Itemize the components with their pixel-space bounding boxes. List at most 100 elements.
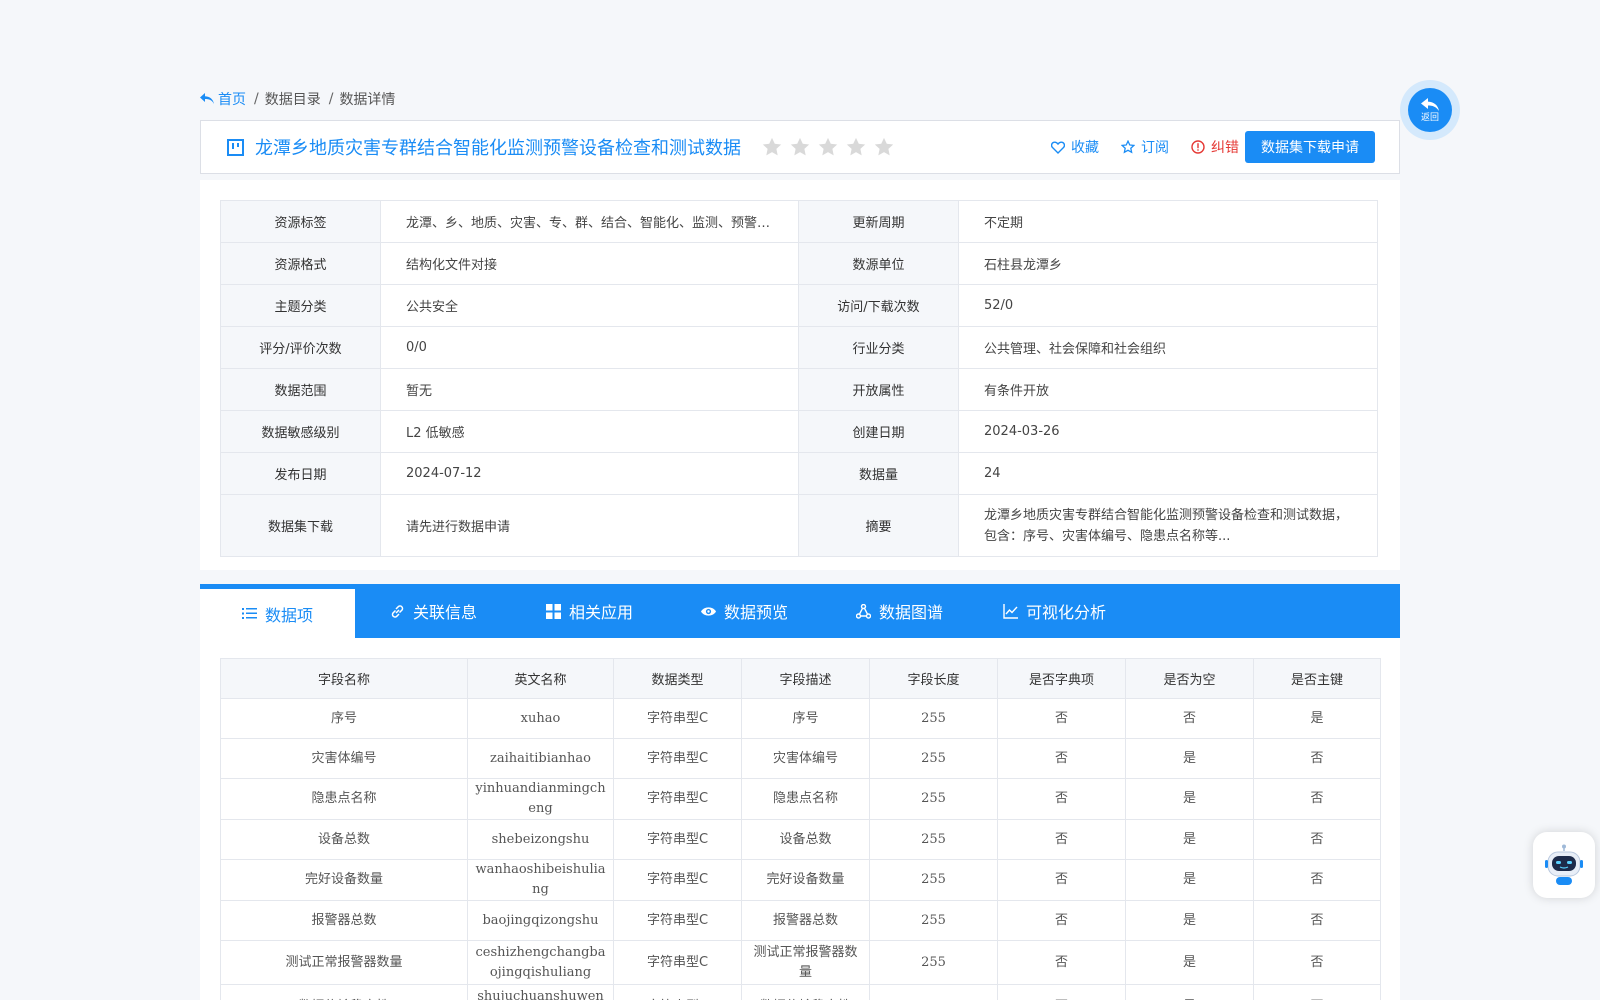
table-row: 隐患点名称 yinhuandianmingcheng 字符串型C 隐患点名称 255 否是… bbox=[220, 778, 1381, 820]
tab-related-info[interactable]: 关联信息 bbox=[355, 584, 512, 638]
info-label: 开放属性 bbox=[852, 384, 905, 399]
table-cell: 序号 bbox=[741, 698, 870, 739]
table-cell: 否 bbox=[997, 819, 1126, 860]
info-value: 结构化文件对接 bbox=[406, 258, 498, 273]
info-label: 发布日期 bbox=[274, 468, 327, 483]
back-arrow-icon bbox=[200, 93, 214, 104]
tab-data-items[interactable]: 数据项 bbox=[200, 584, 355, 638]
table-cell: 数据传输稳定性 bbox=[220, 984, 468, 1000]
table-row: 设备总数 shebeizongshu 字符串型C 设备总数 255 否是否 bbox=[220, 819, 1381, 860]
info-label: 资源标签 bbox=[274, 216, 327, 231]
rating-stars[interactable] bbox=[761, 136, 895, 158]
table-cell: 数据传输稳定性 bbox=[741, 984, 870, 1000]
tab-visual-analysis[interactable]: 可视化分析 bbox=[977, 584, 1132, 638]
table-cell: 否 bbox=[1253, 984, 1381, 1000]
assistant-robot-button[interactable] bbox=[1533, 832, 1595, 898]
info-label: 主题分类 bbox=[274, 300, 327, 315]
table-cell: 字符串型C bbox=[613, 859, 742, 901]
table-cell: 否 bbox=[1253, 819, 1381, 860]
info-value: 2024-07-12 bbox=[406, 466, 482, 481]
subscribe-button[interactable]: 订阅 bbox=[1121, 137, 1169, 157]
star-icon[interactable] bbox=[817, 136, 839, 158]
tab-label: 相关应用 bbox=[568, 603, 633, 622]
info-value: 不定期 bbox=[984, 216, 1024, 231]
table-cell: 是 bbox=[1125, 859, 1254, 901]
table-cell: 字符串型C bbox=[613, 778, 742, 820]
table-row: 完好设备数量 wanhaoshibeishuliang 字符串型C 完好设备数量 255… bbox=[220, 859, 1381, 901]
table-cell: 字符串型C bbox=[613, 940, 742, 985]
favorite-button[interactable]: 收藏 bbox=[1051, 137, 1099, 157]
column-header: 英文名称 bbox=[467, 658, 614, 699]
info-value: 公共安全 bbox=[406, 300, 459, 315]
table-cell: 字符串型C bbox=[613, 900, 742, 941]
info-value: 2024-03-26 bbox=[984, 424, 1060, 439]
breadcrumb-home[interactable]: 首页 bbox=[200, 89, 246, 109]
back-button[interactable]: 返回 bbox=[1408, 88, 1452, 132]
table-cell: 否 bbox=[1253, 738, 1381, 779]
table-cell: 否 bbox=[997, 900, 1126, 941]
info-row: 评分/评价次数 0/0 行业分类 公共管理、社会保障和社会组织 bbox=[220, 326, 1378, 369]
star-icon[interactable] bbox=[845, 136, 867, 158]
info-value: 请先进行数据申请 bbox=[406, 520, 511, 535]
title-card: 龙潭乡地质灾害专群结合智能化监测预警设备检查和测试数据 收藏 订阅 纠错 数据集… bbox=[200, 120, 1400, 174]
table-cell: 完好设备数量 bbox=[220, 859, 468, 901]
tab-label: 数据项 bbox=[264, 605, 313, 625]
breadcrumb-separator: / bbox=[254, 91, 259, 107]
table-cell: 是 bbox=[1125, 778, 1254, 820]
breadcrumb: 首页 / 数据目录 / 数据详情 bbox=[200, 89, 395, 109]
table-cell: 测试正常报警器数量 bbox=[220, 940, 468, 985]
info-row: 资源格式 结构化文件对接 数源单位 石柱县龙潭乡 bbox=[220, 242, 1378, 285]
table-cell: 字符串型C bbox=[613, 738, 742, 779]
table-cell: xuhao bbox=[467, 698, 614, 739]
info-value: 公共管理、社会保障和社会组织 bbox=[984, 342, 1167, 357]
dataset-icon bbox=[227, 139, 244, 156]
table-cell: 255 bbox=[869, 778, 998, 820]
tab-label: 可视化分析 bbox=[1025, 603, 1106, 622]
table-cell: 255 bbox=[869, 819, 998, 860]
tab-data-preview[interactable]: 数据预览 bbox=[667, 584, 822, 638]
table-row: 报警器总数 baojingqizongshu 字符串型C 报警器总数 255 否是否 bbox=[220, 900, 1381, 941]
table-cell: ceshizhengchangbaojingqishuliang bbox=[467, 940, 614, 985]
table-row: 测试正常报警器数量 ceshizhengchangbaojingqishulian… bbox=[220, 940, 1381, 985]
star-icon[interactable] bbox=[761, 136, 783, 158]
back-button-wrapper: 返回 bbox=[1400, 80, 1460, 140]
info-label: 数据范围 bbox=[274, 384, 327, 399]
tab-data-graph[interactable]: 数据图谱 bbox=[822, 584, 977, 638]
table-cell: 否 bbox=[1253, 859, 1381, 901]
table-cell: 是 bbox=[1125, 819, 1254, 860]
report-error-button[interactable]: 纠错 bbox=[1191, 137, 1239, 157]
column-header: 字段长度 bbox=[869, 658, 998, 699]
info-label: 评分/评价次数 bbox=[259, 342, 342, 357]
table-cell: 灾害体编号 bbox=[220, 738, 468, 779]
info-label: 数据敏感级别 bbox=[261, 426, 340, 441]
download-apply-button[interactable]: 数据集下载申请 bbox=[1245, 131, 1375, 163]
star-icon[interactable] bbox=[873, 136, 895, 158]
tab-related-apps[interactable]: 相关应用 bbox=[512, 584, 667, 638]
star-icon[interactable] bbox=[789, 136, 811, 158]
table-cell: 字符串型C bbox=[613, 698, 742, 739]
table-cell: 255 bbox=[869, 698, 998, 739]
table-cell: 否 bbox=[1253, 940, 1381, 985]
tab-bar: 数据项 关联信息 相关应用 数据预览 数据图谱 可视化分析 bbox=[200, 584, 1400, 638]
table-cell: 255 bbox=[869, 984, 998, 1000]
column-header: 字段名称 bbox=[220, 658, 468, 699]
table-cell: 测试正常报警器数量 bbox=[741, 940, 870, 985]
favorite-label: 收藏 bbox=[1071, 140, 1099, 156]
table-cell: 255 bbox=[869, 900, 998, 941]
page-title: 龙潭乡地质灾害专群结合智能化监测预警设备检查和测试数据 bbox=[255, 138, 741, 159]
eye-icon bbox=[700, 606, 716, 616]
table-cell: 报警器总数 bbox=[741, 900, 870, 941]
fields-table: 字段名称 英文名称 数据类型 字段描述 字段长度 是否字典项 是否为空 是否主键 序号 xuha… bbox=[220, 658, 1381, 1000]
table-cell: 否 bbox=[1253, 778, 1381, 820]
table-cell: 序号 bbox=[220, 698, 468, 739]
info-value: 24 bbox=[984, 466, 1001, 481]
table-cell: 设备总数 bbox=[220, 819, 468, 860]
back-label: 返回 bbox=[1420, 112, 1439, 123]
column-header: 是否字典项 bbox=[997, 658, 1126, 699]
info-row: 数据敏感级别 L2 低敏感 创建日期 2024-03-26 bbox=[220, 410, 1378, 453]
star-outline-icon bbox=[1121, 140, 1135, 154]
info-label: 资源格式 bbox=[274, 258, 327, 273]
table-cell: 是 bbox=[1253, 698, 1381, 739]
breadcrumb-item-catalog[interactable]: 数据目录 bbox=[265, 89, 321, 109]
table-cell: 是 bbox=[1125, 738, 1254, 779]
